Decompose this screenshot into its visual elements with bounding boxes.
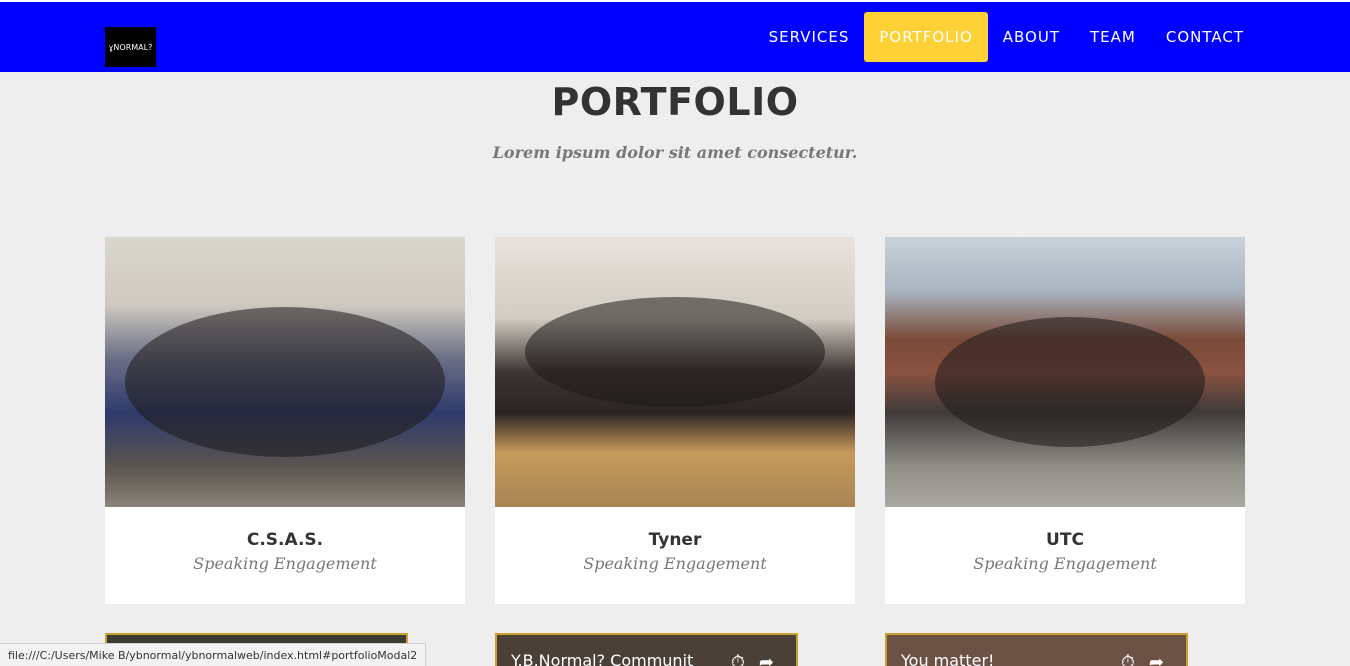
portfolio-subtitle: Speaking Engagement — [973, 554, 1157, 573]
portfolio-photo[interactable] — [885, 237, 1245, 507]
portfolio-caption: C.S.A.S. Speaking Engagement — [105, 507, 465, 604]
navbar: ɣNORMAL? SERVICES PORTFOLIO ABOUT TEAM C… — [0, 2, 1350, 72]
portfolio-card-tyner[interactable]: Tyner Speaking Engagement — [495, 237, 855, 604]
portfolio-caption: UTC Speaking Engagement — [885, 507, 1245, 604]
nav-item-contact[interactable]: CONTACT — [1151, 12, 1259, 62]
video-controls: ⏱ ➦ — [731, 652, 774, 666]
video-title: Y.B.Normal? Communit — [511, 651, 694, 666]
portfolio-subtitle: Speaking Engagement — [583, 554, 767, 573]
portfolio-photo[interactable] — [495, 237, 855, 507]
portfolio-title: UTC — [1046, 530, 1084, 550]
video-thumbnail[interactable]: You matter! ⏱ ➦ — [887, 635, 1186, 666]
portfolio-title: C.S.A.S. — [246, 530, 324, 550]
share-icon[interactable]: ➦ — [759, 652, 774, 666]
portfolio-subtitle: Speaking Engagement — [193, 554, 377, 573]
video-controls: ⏱ ➦ — [1121, 652, 1164, 666]
video-card[interactable]: Y.B.Normal? Communit ⏱ ➦ — [495, 633, 798, 666]
watch-later-icon[interactable]: ⏱ — [1121, 652, 1135, 666]
nav-item-team[interactable]: TEAM — [1075, 12, 1151, 62]
status-bar-url: file:///C:/Users/Mike B/ybnormal/ybnorma… — [0, 643, 427, 666]
video-card[interactable]: You matter! ⏱ ➦ — [885, 633, 1188, 666]
nav-item-about[interactable]: ABOUT — [988, 12, 1075, 62]
share-icon[interactable]: ➦ — [1149, 652, 1164, 666]
portfolio-card-csas[interactable]: C.S.A.S. Speaking Engagement — [105, 237, 465, 604]
portfolio-photo[interactable] — [105, 237, 465, 507]
video-title: You matter! — [901, 651, 995, 666]
portfolio-title: Tyner — [648, 530, 702, 550]
nav-item-services[interactable]: SERVICES — [754, 12, 865, 62]
video-thumbnail[interactable]: Y.B.Normal? Communit ⏱ ➦ — [497, 635, 796, 666]
watch-later-icon[interactable]: ⏱ — [731, 652, 745, 666]
section-subheading: Lorem ipsum dolor sit amet consectetur. — [492, 143, 858, 162]
portfolio-card-utc[interactable]: UTC Speaking Engagement — [885, 237, 1245, 604]
nav-item-portfolio[interactable]: PORTFOLIO — [864, 12, 988, 62]
logo[interactable]: ɣNORMAL? — [105, 27, 156, 67]
section-heading: PORTFOLIO — [551, 80, 799, 124]
portfolio-caption: Tyner Speaking Engagement — [495, 507, 855, 604]
nav-menu: SERVICES PORTFOLIO ABOUT TEAM CONTACT — [754, 12, 1259, 62]
